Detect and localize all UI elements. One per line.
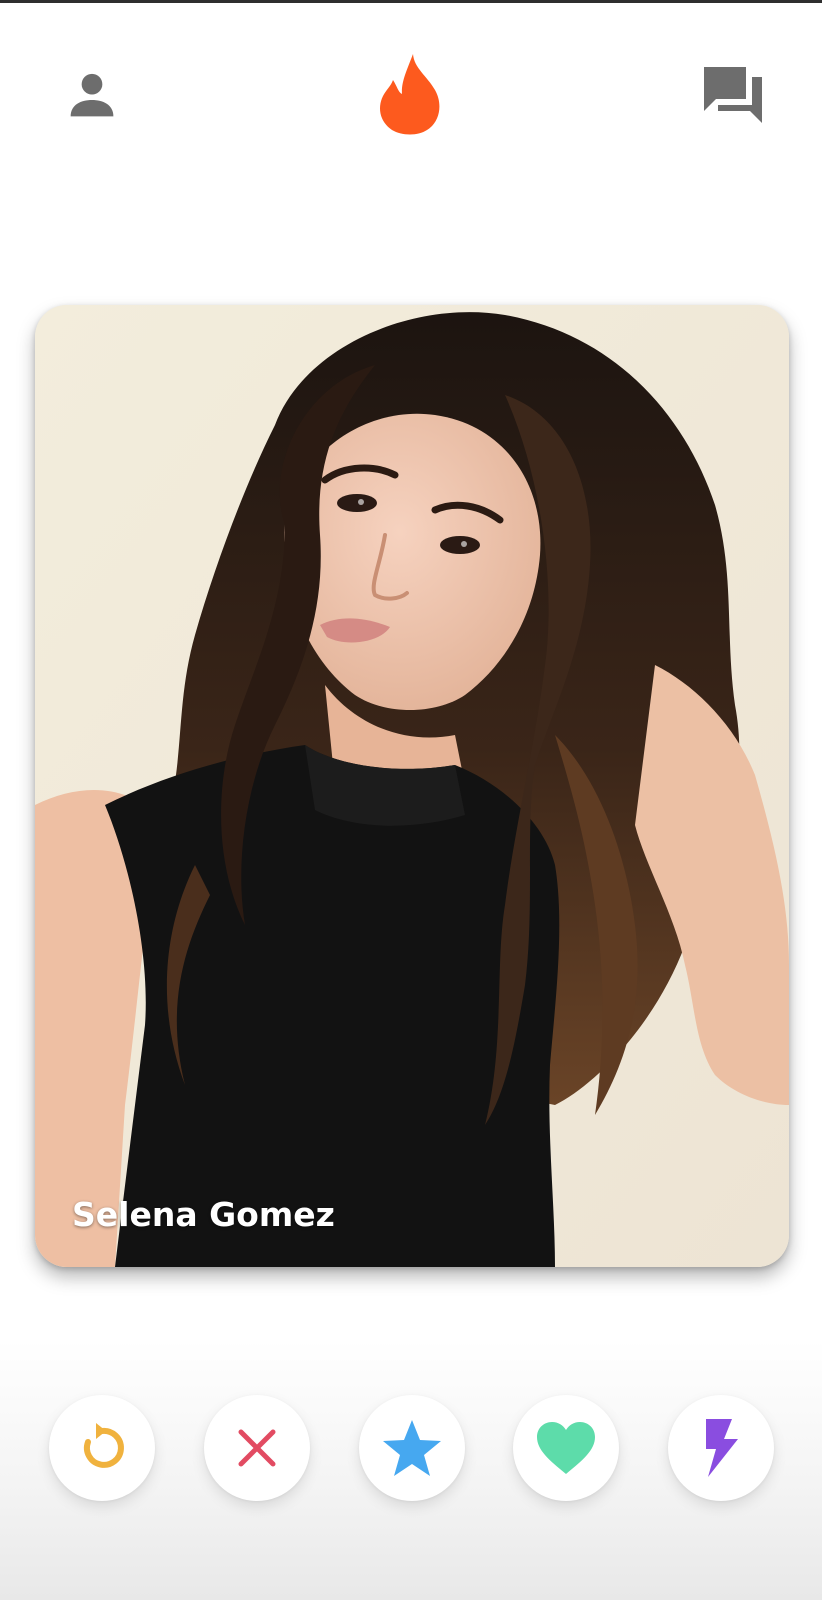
profile-name: Selena Gomez (72, 1195, 335, 1234)
profile-button[interactable] (55, 58, 129, 132)
lightning-bolt-icon (706, 1419, 738, 1477)
close-x-icon (238, 1429, 276, 1467)
action-bar (0, 1395, 822, 1505)
chat-bubbles-icon (704, 67, 762, 123)
profile-photo (35, 305, 789, 1267)
boost-button[interactable] (668, 1395, 774, 1501)
like-button[interactable] (513, 1395, 619, 1501)
rewind-button[interactable] (49, 1395, 155, 1501)
top-bar (0, 3, 822, 178)
profile-card[interactable] (35, 305, 789, 1267)
nope-button[interactable] (204, 1395, 310, 1501)
messages-button[interactable] (694, 55, 772, 133)
flame-logo (370, 48, 450, 140)
superlike-button[interactable] (359, 1395, 465, 1501)
flame-icon (380, 54, 440, 135)
star-icon (383, 1420, 441, 1476)
person-icon (70, 73, 114, 117)
heart-icon (537, 1422, 595, 1474)
rewind-icon (83, 1423, 124, 1468)
app-screen: Selena Gomez (0, 0, 822, 1600)
